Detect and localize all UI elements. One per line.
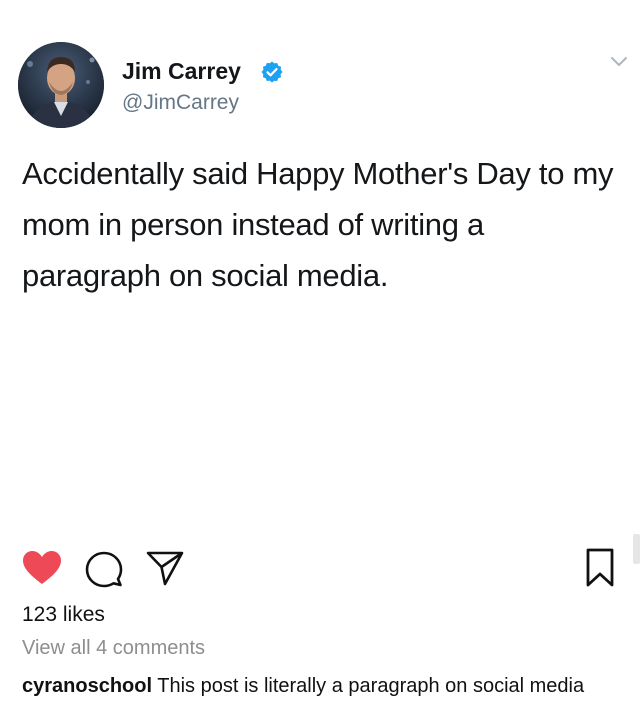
- post-caption: cyranoschool This post is literally a pa…: [22, 675, 584, 698]
- tweet-text: Accidentally said Happy Mother's Day to …: [22, 156, 614, 293]
- caption-text: This post is literally a paragraph on so…: [152, 675, 585, 697]
- paper-plane-icon[interactable]: [146, 550, 184, 586]
- comment-bubble-icon[interactable]: [85, 550, 123, 588]
- avatar[interactable]: [18, 42, 104, 128]
- bookmark-icon[interactable]: [585, 548, 615, 588]
- scroll-indicator: [633, 534, 640, 564]
- verified-badge-icon: [260, 60, 284, 84]
- tweet-card: Jim Carrey @JimCarrey Accidentally said …: [0, 0, 640, 525]
- caption-username[interactable]: cyranoschool: [22, 675, 152, 697]
- author-name[interactable]: Jim Carrey: [122, 58, 241, 85]
- chevron-down-icon[interactable]: [606, 48, 632, 74]
- heart-icon[interactable]: [22, 550, 62, 586]
- author-handle[interactable]: @JimCarrey: [122, 91, 239, 115]
- view-comments-link[interactable]: View all 4 comments: [22, 637, 205, 660]
- likes-count[interactable]: 123 likes: [22, 603, 105, 627]
